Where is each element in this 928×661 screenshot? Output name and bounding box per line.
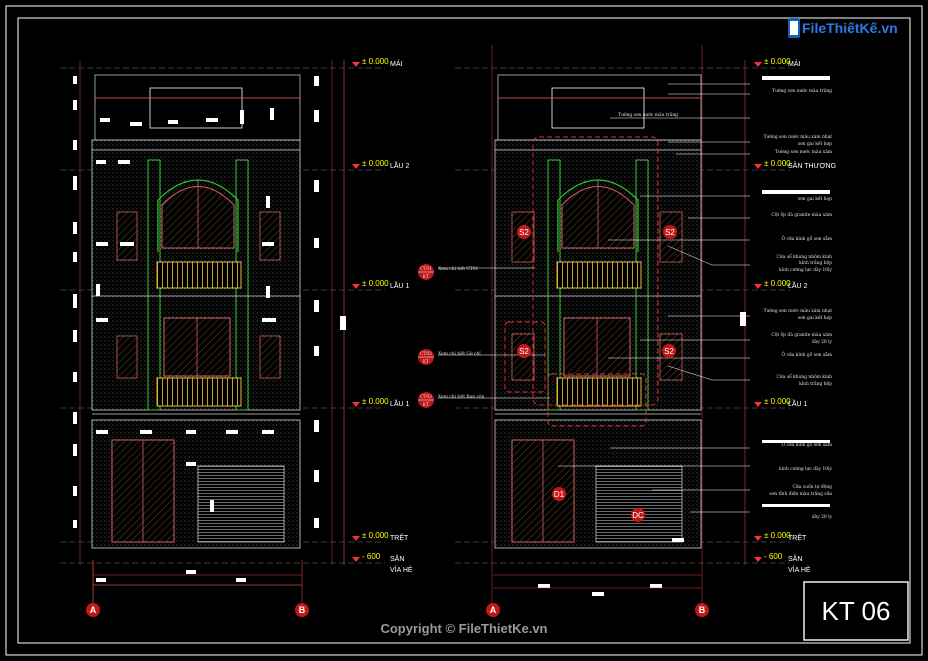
svg-text:B: B: [699, 605, 706, 615]
left-elevation: [60, 60, 385, 605]
note: Cột ốp đá granite màu xám: [771, 213, 832, 218]
note: sơn gai kết hợp: [798, 142, 832, 147]
note: Cửa sổ khung nhôm kính: [777, 374, 833, 380]
note: kính cường lực dày 10ly: [779, 268, 832, 273]
level-value: ± 0.000: [362, 57, 389, 66]
drawing-sheet: ± 0.000 MÁI ± 0.000 LẦU 2 ± 0.000 LẦU 1 ± 0…: [5, 5, 923, 656]
level-name: MÁI: [390, 59, 403, 68]
level-value: - 600: [362, 552, 381, 561]
level-name: VỈA HÈ: [788, 565, 811, 574]
note: Tường sơn nước màu xám nhạt: [764, 135, 833, 140]
window-tag: S2: [517, 344, 531, 358]
detail-callout-ct01: CT01 KT Xem chi tiết CT01: [418, 264, 478, 280]
note: kính trắng hộp: [799, 260, 832, 266]
svg-text:S2: S2: [519, 347, 529, 356]
detail-callout-ct02: CT02 KT Xem chi tiết Gờ chỉ: [418, 349, 481, 365]
level-name: MÁI: [788, 59, 801, 68]
detail-callouts: CT01 KT Xem chi tiết CT01 CT02 KT Xem ch…: [418, 264, 485, 408]
level-name: TRỆT: [788, 533, 807, 542]
svg-text:B: B: [299, 605, 306, 615]
note: Tường sơn nước màu trắng: [772, 88, 832, 94]
axis-a-left: A: [86, 560, 100, 617]
axis-b-left: B: [295, 603, 309, 617]
note: Ô cửa kính gỗ sơn sẫm: [781, 236, 832, 242]
level-name: LẦU 1: [788, 398, 808, 408]
svg-text:CT03: CT03: [420, 395, 432, 400]
svg-text:KT: KT: [423, 360, 429, 365]
right-elevation: [438, 45, 830, 605]
window-tag: S2: [517, 225, 531, 239]
note: Tường sơn nước màu xám nhạt: [764, 309, 833, 314]
level-value: - 600: [764, 552, 783, 561]
level-name: LẦU 2: [788, 280, 808, 290]
svg-text:KT: KT: [423, 275, 429, 280]
note: sơn gai kết hợp: [798, 316, 832, 321]
level-value: ± 0.000: [362, 531, 389, 540]
level-name: VỈA HÈ: [390, 565, 413, 574]
level-value: ± 0.000: [362, 397, 389, 406]
window-tag: S2: [662, 344, 676, 358]
svg-text:S2: S2: [664, 347, 674, 356]
level-name: TRỆT: [390, 533, 409, 542]
note: Tường sơn nước màu xám: [775, 150, 833, 155]
logo-text: FileThiếtKế.vn: [802, 20, 898, 36]
axis-a-right: A: [486, 603, 500, 617]
level-name: SÂN: [788, 554, 802, 563]
note: Cửa cuốn tự động: [793, 484, 833, 490]
window-tag: S2: [663, 225, 677, 239]
level-name: LẦU 1: [390, 398, 410, 408]
level-value: ± 0.000: [362, 279, 389, 288]
svg-text:Xem chi tiết CT01: Xem chi tiết CT01: [438, 267, 478, 272]
copyright-text: Copyright © FileThietKe.vn: [380, 621, 547, 636]
svg-text:CT02: CT02: [420, 352, 432, 357]
svg-text:Xem chi tiết Ban côn: Xem chi tiết Ban côn: [438, 395, 485, 400]
note: sơn gai kết hợp: [798, 197, 832, 202]
note: kính trắng hộp: [799, 381, 832, 387]
detail-callout-ct03: CT03 KT Xem chi tiết Ban côn: [418, 392, 485, 408]
left-level-labels: ± 0.000 MÁI ± 0.000 LẦU 2 ± 0.000 LẦU 1 ± 0…: [352, 57, 413, 574]
svg-text:S2: S2: [665, 228, 675, 237]
svg-text:DC: DC: [632, 511, 644, 520]
note: Ô cửa kính gỗ sơn sẫm: [781, 352, 832, 358]
level-name: LẦU 2: [390, 160, 410, 170]
note: Cột ốp đá granite màu xám: [771, 333, 832, 338]
note: sơn tĩnh điện màu trắng sữa: [769, 491, 832, 497]
note: Cửa sổ khung nhôm kính: [777, 254, 833, 260]
level-value: ± 0.000: [362, 159, 389, 168]
brand-logo: FileThiếtKế.vn: [788, 18, 898, 38]
level-name: SÂN: [390, 554, 404, 563]
svg-text:S2: S2: [519, 228, 529, 237]
level-name: LẦU 1: [390, 280, 410, 290]
svg-text:Xem chi tiết Gờ chỉ: Xem chi tiết Gờ chỉ: [438, 351, 481, 357]
note: dày 20 ly: [812, 515, 833, 520]
note: Ô cửa kính gỗ sơn sẫm: [781, 442, 832, 448]
door-tag: DC: [631, 508, 645, 522]
level-name: SÂN THƯỢNG: [788, 161, 836, 170]
sheet-number: KT 06: [822, 596, 891, 626]
door-tag: D1: [552, 487, 566, 501]
note: dày 20 ly: [812, 340, 833, 345]
note: Tường sơn nước màu trắng: [618, 112, 678, 118]
svg-text:CT01: CT01: [420, 267, 432, 272]
note: kính cường lực dày 10ly: [779, 467, 832, 472]
svg-text:D1: D1: [554, 490, 565, 499]
svg-text:A: A: [90, 605, 97, 615]
svg-text:A: A: [490, 605, 497, 615]
axis-b-right: B: [695, 603, 709, 617]
svg-text:KT: KT: [423, 403, 429, 408]
